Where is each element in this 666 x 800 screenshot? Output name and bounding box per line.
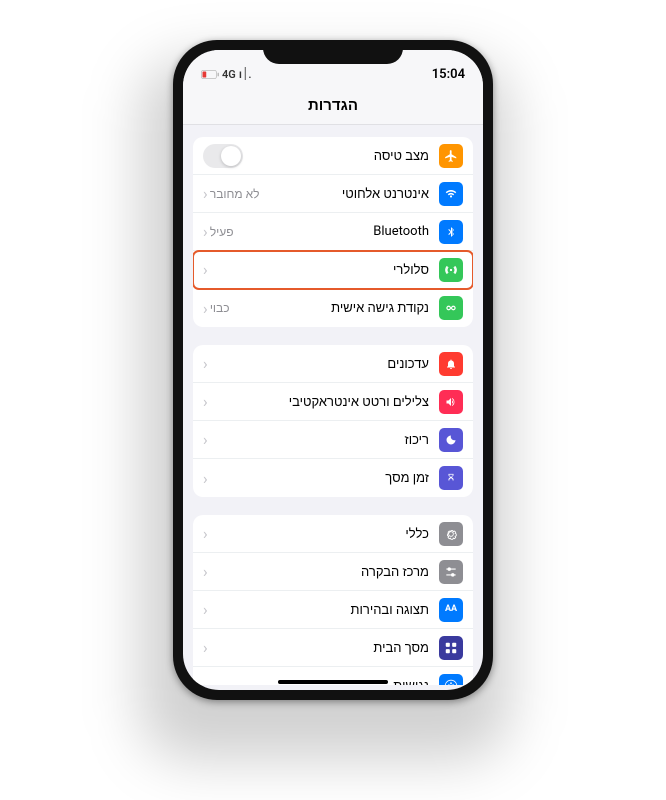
chevron-icon: › xyxy=(203,260,208,279)
page-title: הגדרות xyxy=(183,90,483,125)
row-home-screen[interactable]: מסך הבית › xyxy=(193,629,473,667)
gear-icon xyxy=(439,522,463,546)
settings-list[interactable]: מצב טיסה אינטרנט אלחוטי לא מחובר › Bluet… xyxy=(183,125,483,685)
wifi-value: לא מחובר xyxy=(210,187,260,201)
row-bluetooth[interactable]: Bluetooth פעיל › xyxy=(193,213,473,251)
phone-frame: 4G ׀ו. 15:04 הגדרות מצב טיסה xyxy=(173,40,493,700)
sliders-icon xyxy=(439,560,463,584)
home-indicator[interactable] xyxy=(278,680,388,684)
row-cellular[interactable]: סלולרי › xyxy=(193,251,473,289)
wifi-label: אינטרנט אלחוטי xyxy=(266,186,429,202)
display-label: תצוגה ובהירות xyxy=(210,602,429,618)
screentime-label: זמן מסך xyxy=(210,470,429,486)
chevron-icon: › xyxy=(203,524,208,543)
group-connectivity: מצב טיסה אינטרנט אלחוטי לא מחובר › Bluet… xyxy=(193,137,473,327)
group-alerts: עדכונים › צלילים ורטט אינטראקטיבי › ריכו… xyxy=(193,345,473,497)
general-label: כללי xyxy=(210,526,429,542)
airplane-label: מצב טיסה xyxy=(245,148,429,164)
home-label: מסך הבית xyxy=(210,640,429,656)
row-airplane[interactable]: מצב טיסה xyxy=(193,137,473,175)
clock: 15:04 xyxy=(432,67,465,82)
bluetooth-icon xyxy=(439,220,463,244)
chevron-icon: › xyxy=(203,392,208,411)
row-focus[interactable]: ריכוז › xyxy=(193,421,473,459)
cellular-icon xyxy=(439,258,463,282)
moon-icon xyxy=(439,428,463,452)
airplane-toggle[interactable] xyxy=(203,144,243,168)
network-label: 4G xyxy=(222,68,236,81)
row-hotspot[interactable]: נקודת גישה אישית כבוי › xyxy=(193,289,473,327)
accessibility-icon xyxy=(439,674,463,685)
row-display[interactable]: AA תצוגה ובהירות › xyxy=(193,591,473,629)
chevron-icon: › xyxy=(203,677,208,686)
row-wifi[interactable]: אינטרנט אלחוטי לא מחובר › xyxy=(193,175,473,213)
bluetooth-label: Bluetooth xyxy=(240,224,429,239)
sounds-label: צלילים ורטט אינטראקטיבי xyxy=(210,394,429,410)
hotspot-icon xyxy=(439,296,463,320)
wifi-icon xyxy=(439,182,463,206)
row-general[interactable]: כללי › xyxy=(193,515,473,553)
chevron-icon: › xyxy=(203,600,208,619)
signal-icon: ׀ו. xyxy=(239,68,252,81)
control-label: מרכז הבקרה xyxy=(210,564,429,580)
chevron-icon: › xyxy=(203,299,208,318)
bluetooth-value: פעיל xyxy=(210,225,234,239)
row-sounds[interactable]: צלילים ורטט אינטראקטיבי › xyxy=(193,383,473,421)
focus-label: ריכוז xyxy=(210,432,429,448)
chevron-icon: › xyxy=(203,354,208,373)
notch xyxy=(263,40,403,64)
hotspot-value: כבוי xyxy=(210,301,230,315)
notifications-label: עדכונים xyxy=(210,356,429,372)
row-notifications[interactable]: עדכונים › xyxy=(193,345,473,383)
chevron-icon: › xyxy=(203,638,208,657)
chevron-icon: › xyxy=(203,469,208,488)
hourglass-icon xyxy=(439,466,463,490)
hotspot-label: נקודת גישה אישית xyxy=(236,300,429,316)
battery-icon xyxy=(201,70,219,79)
chevron-icon: › xyxy=(203,184,208,203)
row-control-center[interactable]: מרכז הבקרה › xyxy=(193,553,473,591)
chevron-icon: › xyxy=(203,222,208,241)
row-screentime[interactable]: זמן מסך › xyxy=(193,459,473,497)
speaker-icon xyxy=(439,390,463,414)
grid-icon xyxy=(439,636,463,660)
screen: 4G ׀ו. 15:04 הגדרות מצב טיסה xyxy=(183,50,483,690)
group-general: כללי › מרכז הבקרה › AA תצוגה ובהירות › xyxy=(193,515,473,685)
text-size-icon: AA xyxy=(439,598,463,622)
airplane-icon xyxy=(439,144,463,168)
chevron-icon: › xyxy=(203,430,208,449)
bell-icon xyxy=(439,352,463,376)
chevron-icon: › xyxy=(203,562,208,581)
cellular-label: סלולרי xyxy=(210,262,429,278)
